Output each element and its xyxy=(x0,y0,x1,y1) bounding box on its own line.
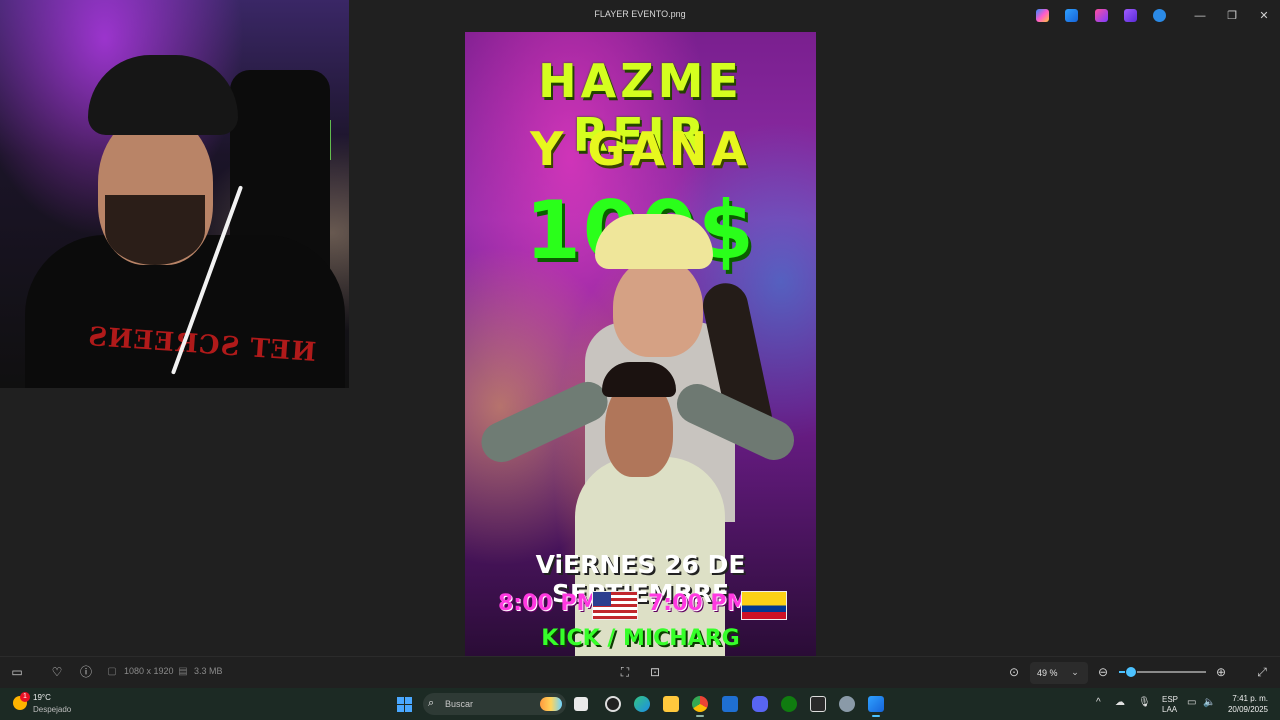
designer-icon[interactable] xyxy=(1124,9,1137,22)
windows-start-icon[interactable] xyxy=(397,697,412,712)
clipchamp-icon[interactable] xyxy=(1095,9,1108,22)
microphone-icon[interactable]: 🎙 xyxy=(1138,697,1151,708)
dimensions-icon: ▢ xyxy=(107,666,117,677)
zoom-value: 49 % xyxy=(1037,668,1058,678)
onedrive-icon[interactable] xyxy=(1153,9,1166,22)
photos-icon[interactable] xyxy=(1065,9,1078,22)
info-icon[interactable]: ⓘ xyxy=(79,665,93,679)
colombia-flag-icon xyxy=(741,591,787,620)
chrome-active-indicator xyxy=(696,715,704,717)
weather-badge: 1 xyxy=(20,692,30,702)
flyer-image[interactable]: HAZME REIR Y GANA 100$ ViERNES 26 DE SEP… xyxy=(465,32,816,656)
edge-icon[interactable] xyxy=(634,696,650,712)
text-scan-icon[interactable]: ⊡ xyxy=(648,665,662,679)
streamer-beard xyxy=(105,195,205,265)
filmstrip-icon[interactable]: ▭ xyxy=(10,665,24,679)
obs-icon[interactable] xyxy=(605,696,621,712)
person-1-cap xyxy=(595,214,713,269)
crop-icon[interactable]: ⛶ xyxy=(618,665,632,679)
discord-icon[interactable] xyxy=(752,696,768,712)
keyboard-layout[interactable]: LAA xyxy=(1162,705,1177,714)
minimize-button[interactable]: — xyxy=(1188,6,1212,26)
webcam-overlay: ƧИƎƎЯƆƧ TƎИ xyxy=(0,0,349,388)
network-icon[interactable]: ▭ xyxy=(1187,697,1196,708)
fullscreen-icon[interactable]: ⤢ xyxy=(1255,665,1269,679)
actual-size-icon[interactable]: ⊙ xyxy=(1007,665,1021,679)
zoom-slider-thumb[interactable] xyxy=(1125,666,1137,678)
file-size-icon: ▤ xyxy=(178,666,188,677)
file-size: 3.3 MB xyxy=(194,666,223,676)
weather-description[interactable]: Despejado xyxy=(33,705,71,714)
xbox-icon[interactable] xyxy=(781,696,797,712)
store-icon[interactable] xyxy=(722,696,738,712)
search-placeholder: Buscar xyxy=(445,699,474,709)
show-hidden-icons-icon[interactable]: ^ xyxy=(1096,697,1101,708)
file-explorer-icon[interactable] xyxy=(663,696,679,712)
image-dimensions: 1080 x 1920 xyxy=(124,666,174,676)
chrome-icon[interactable] xyxy=(692,696,708,712)
flyer-channel: KICK / MICHARG xyxy=(541,626,740,651)
taskbar-time[interactable]: 7:41 p. m. xyxy=(1230,694,1268,703)
search-icon: ⌕ xyxy=(428,697,435,709)
taskbar-date[interactable]: 20/09/2025 xyxy=(1226,705,1268,714)
weather-temperature[interactable]: 19°C xyxy=(33,693,51,702)
maximize-button[interactable]: ❐ xyxy=(1220,6,1244,26)
streamer-cap xyxy=(88,55,238,135)
task-view-icon[interactable] xyxy=(574,697,588,711)
epic-games-icon[interactable] xyxy=(810,696,826,712)
us-flag-icon xyxy=(592,591,638,620)
copilot-icon[interactable] xyxy=(1036,9,1049,22)
close-button[interactable]: ✕ xyxy=(1252,6,1276,26)
zoom-out-icon[interactable]: ⊖ xyxy=(1096,665,1110,679)
person-1-face xyxy=(613,257,703,357)
settings-icon[interactable] xyxy=(839,696,855,712)
search-highlight-icon[interactable] xyxy=(540,697,562,711)
photos-active-indicator xyxy=(872,715,880,717)
chevron-down-icon[interactable]: ⌄ xyxy=(1068,665,1082,679)
language-code[interactable]: ESP xyxy=(1162,695,1178,704)
flyer-time-co: 7:00 PM xyxy=(648,591,749,616)
zoom-in-icon[interactable]: ⊕ xyxy=(1214,665,1228,679)
photos-app-icon[interactable] xyxy=(868,696,884,712)
favorite-icon[interactable]: ♡ xyxy=(50,665,64,679)
person-2-hair xyxy=(602,362,676,397)
flyer-time-us: 8:00 PM xyxy=(498,591,599,616)
volume-icon[interactable]: 🔈 xyxy=(1203,697,1215,708)
cloud-tray-icon[interactable]: ☁ xyxy=(1115,697,1125,708)
flyer-headline-2: Y GANA xyxy=(530,122,751,176)
viewer-toolbar: ▭ ♡ ⓘ ▢ 1080 x 1920 ▤ 3.3 MB ⛶ ⊡ ⊙ 49 % … xyxy=(0,656,1280,689)
